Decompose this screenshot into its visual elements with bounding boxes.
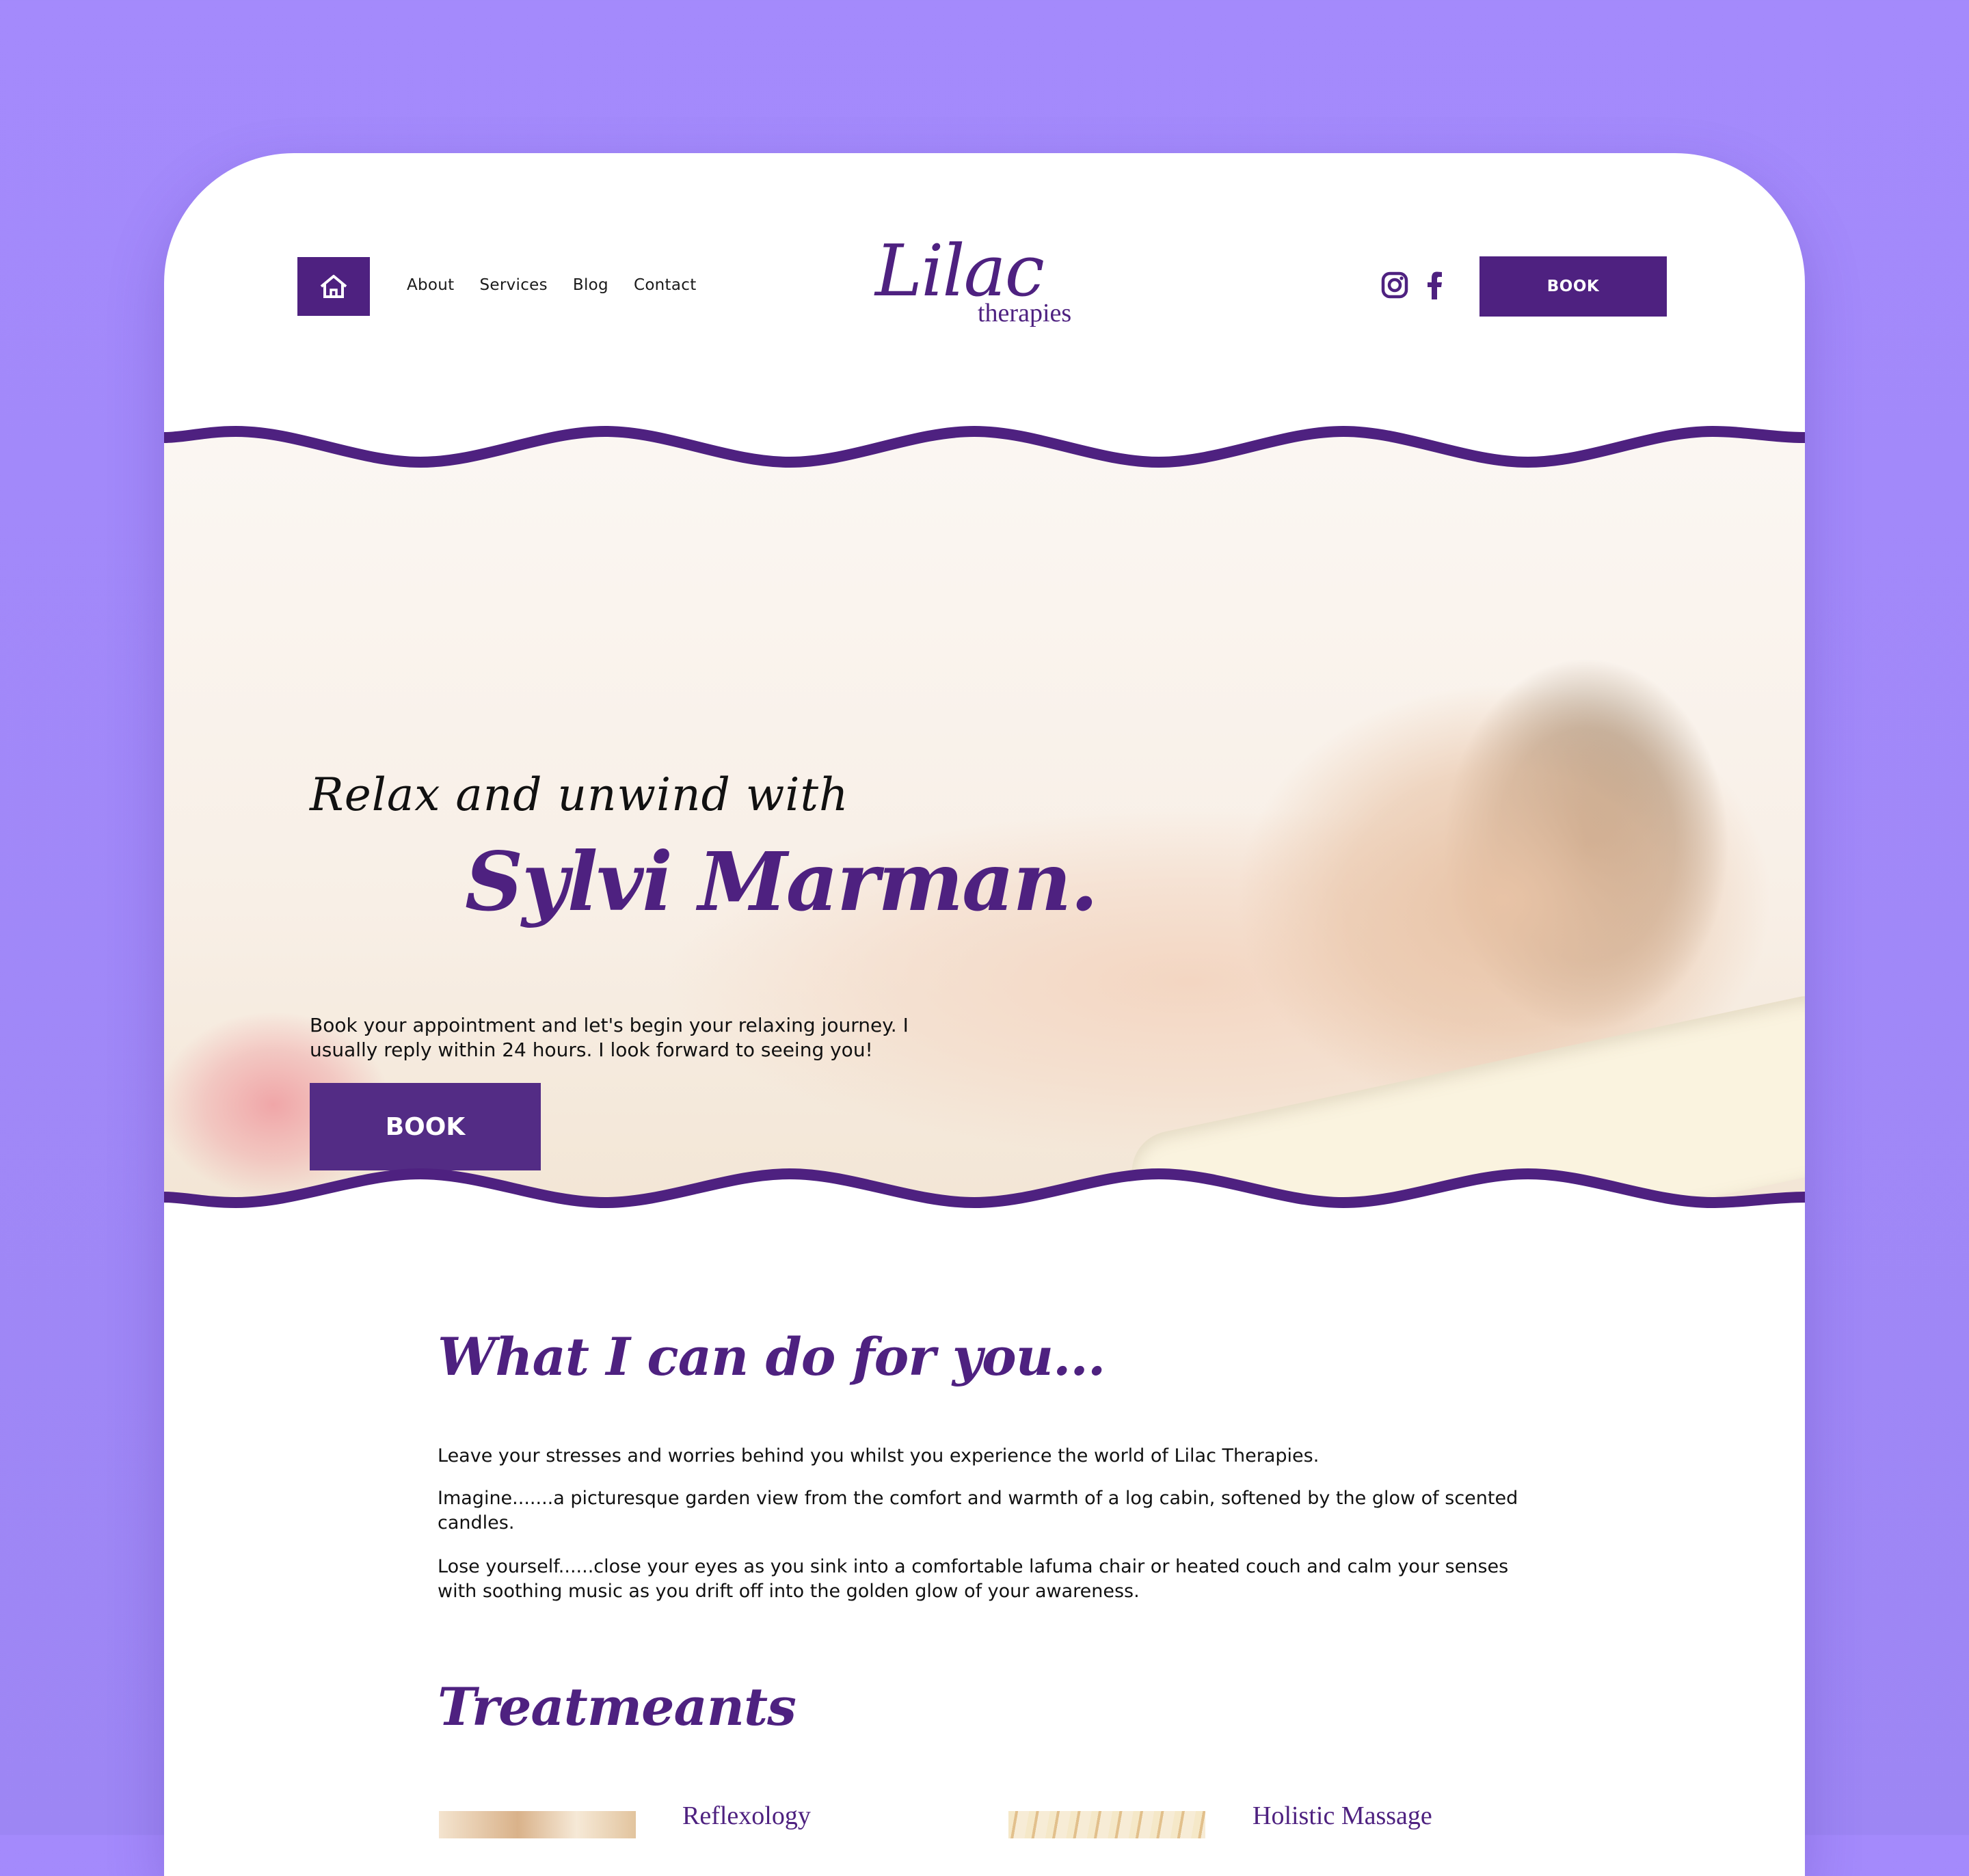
hero-description: Book your appointment and let's begin yo… — [310, 1014, 909, 1061]
logo[interactable]: Lilac therapies — [875, 235, 1108, 331]
logo-script: Lilac — [875, 229, 1045, 312]
about-paragraph: Imagine.......a picturesque garden view … — [438, 1488, 1518, 1533]
instagram-icon[interactable] — [1381, 271, 1408, 299]
reflexology-thumbnail[interactable] — [439, 1811, 636, 1838]
treatment-name-reflexology[interactable]: Reflexology — [682, 1801, 811, 1831]
header-book-button[interactable]: BOOK — [1479, 256, 1667, 317]
nav-services[interactable]: Services — [480, 276, 548, 294]
holistic-massage-thumbnail[interactable] — [1008, 1811, 1205, 1838]
hero-kicker: Relax and unwind with — [310, 768, 849, 821]
nav-blog[interactable]: Blog — [573, 276, 608, 294]
logo-subtitle: therapies — [978, 299, 1072, 327]
hero-wave-bottom — [164, 1168, 1805, 1231]
home-button[interactable] — [297, 257, 370, 316]
social-links — [1381, 271, 1443, 299]
facebook-icon[interactable] — [1426, 271, 1443, 299]
treatment-name-holistic-massage[interactable]: Holistic Massage — [1253, 1801, 1432, 1831]
treatments-title: Treatmeants — [438, 1676, 796, 1737]
nav-about[interactable]: About — [407, 276, 455, 294]
main-nav: About Services Blog Contact — [407, 276, 697, 294]
hero-banner: Relax and unwind with Sylvi Marman. Book… — [164, 421, 1805, 1231]
hero-therapist-name: Sylvi Marman. — [465, 834, 1099, 929]
about-paragraph: Leave your stresses and worries behind y… — [438, 1445, 1320, 1466]
about-title: What I can do for you... — [438, 1326, 1106, 1387]
about-paragraph: Lose yourself......close your eyes as yo… — [438, 1556, 1509, 1602]
home-icon — [320, 275, 347, 298]
browser-page: About Services Blog Contact Lilac therap… — [164, 153, 1805, 1876]
hero-wave-top — [164, 421, 1805, 468]
nav-contact[interactable]: Contact — [634, 276, 697, 294]
